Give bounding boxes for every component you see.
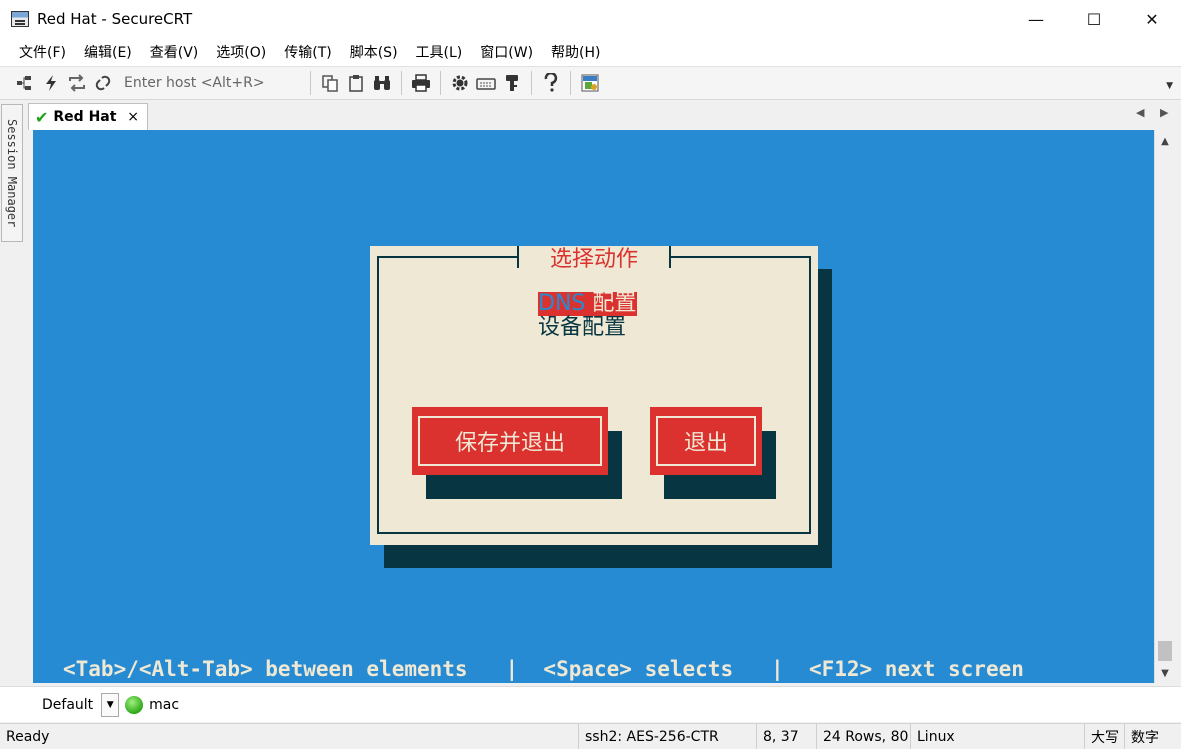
- connect-icon[interactable]: [12, 70, 38, 96]
- status-caps-lock: 大写: [1084, 724, 1124, 749]
- quick-connect-icon[interactable]: [38, 70, 64, 96]
- exit-label: 退出: [656, 416, 756, 466]
- close-window-button[interactable]: ✕: [1123, 0, 1181, 38]
- select-action-dialog: 选择动作 DNS 配置 设备配置 保存并退出 退出: [370, 246, 818, 545]
- securecrt-app-icon: [11, 11, 29, 27]
- toolbar-separator: [570, 71, 571, 95]
- toolbar-separator: [310, 71, 311, 95]
- tab-scroll-left-icon[interactable]: ◀: [1136, 106, 1144, 119]
- find-binoculars-icon[interactable]: [369, 70, 395, 96]
- save-and-exit-label: 保存并退出: [418, 416, 602, 466]
- status-cipher: ssh2: AES-256-CTR: [578, 724, 756, 749]
- menu-window[interactable]: 窗口(W): [471, 42, 542, 62]
- tab-scroll-right-icon[interactable]: ▶: [1160, 106, 1168, 119]
- enter-host-input[interactable]: [124, 71, 304, 95]
- help-icon[interactable]: [538, 70, 564, 96]
- title-bar: Red Hat - SecureCRT — ☐ ✕: [0, 0, 1181, 38]
- scroll-up-icon[interactable]: ▲: [1155, 132, 1175, 150]
- key-agent-icon[interactable]: [499, 70, 525, 96]
- session-tab-strip: ✔ Red Hat × ◀ ▶: [26, 101, 1181, 130]
- menu-options[interactable]: 选项(O): [207, 42, 275, 62]
- minimize-button[interactable]: —: [1007, 0, 1065, 38]
- session-manager-label: Session Manager: [5, 118, 19, 228]
- status-terminal-type: Linux: [910, 724, 1084, 749]
- window-controls: — ☐ ✕: [1007, 0, 1181, 38]
- copy-icon[interactable]: [317, 70, 343, 96]
- option-device-config[interactable]: 设备配置: [538, 316, 626, 340]
- connected-check-icon: ✔: [35, 107, 49, 127]
- reconnect-icon[interactable]: [64, 70, 90, 96]
- status-bar: Ready ssh2: AES-256-CTR 8, 37 24 Rows, 8…: [0, 723, 1181, 749]
- toolbar-separator: [440, 71, 441, 95]
- settings-gear-icon[interactable]: [447, 70, 473, 96]
- status-num-lock: 数字: [1124, 724, 1181, 749]
- paste-icon[interactable]: [343, 70, 369, 96]
- toolbar-separator: [531, 71, 532, 95]
- tab-red-hat[interactable]: ✔ Red Hat ×: [28, 103, 148, 130]
- tab-close-icon[interactable]: ×: [127, 109, 139, 125]
- save-and-exit-button[interactable]: 保存并退出: [412, 407, 608, 475]
- option-dns-highlight: DNS: [538, 291, 586, 316]
- menu-view[interactable]: 查看(V): [141, 42, 208, 62]
- maximize-button[interactable]: ☐: [1065, 0, 1123, 38]
- menu-edit[interactable]: 编辑(E): [75, 42, 141, 62]
- menu-tools[interactable]: 工具(L): [407, 42, 472, 62]
- option-dns-rest: 配置: [585, 291, 637, 316]
- toolbar: ▼: [0, 66, 1181, 100]
- status-ready: Ready: [6, 729, 50, 745]
- default-session-label: Default: [42, 696, 94, 713]
- menu-help[interactable]: 帮助(H): [542, 42, 609, 62]
- scroll-down-icon[interactable]: ▼: [1155, 664, 1175, 682]
- session-name-button[interactable]: mac: [149, 697, 179, 713]
- keymap-keyboard-icon[interactable]: [473, 70, 499, 96]
- session-manager-tab[interactable]: Session Manager: [1, 104, 23, 242]
- session-status-green-icon: [125, 695, 144, 714]
- terminal-screen[interactable]: 选择动作 DNS 配置 设备配置 保存并退出 退出 <Tab>/<Alt-Tab…: [33, 130, 1154, 683]
- menu-script[interactable]: 脚本(S): [341, 42, 407, 62]
- terminal-scrollbar[interactable]: ▲ ▼: [1154, 130, 1175, 683]
- option-dns-config[interactable]: DNS 配置: [538, 291, 638, 316]
- session-options-icon[interactable]: [577, 70, 603, 96]
- status-terminal-size: 24 Rows, 80: [816, 724, 910, 749]
- print-icon[interactable]: [408, 70, 434, 96]
- keyboard-hint-line: <Tab>/<Alt-Tab> between elements | <Spac…: [63, 657, 1024, 681]
- disconnect-icon[interactable]: [90, 70, 116, 96]
- menu-file[interactable]: 文件(F): [10, 42, 75, 62]
- menu-bar: 文件(F) 编辑(E) 查看(V) 选项(O) 传输(T) 脚本(S) 工具(L…: [0, 38, 1181, 66]
- status-cursor-position: 8, 37: [756, 724, 816, 749]
- session-dropdown-chevron-icon[interactable]: ▼: [101, 692, 120, 717]
- window-title: Red Hat - SecureCRT: [37, 10, 193, 28]
- session-bar: Default ▼ mac: [0, 686, 1181, 722]
- exit-button[interactable]: 退出: [650, 407, 762, 475]
- scrollbar-thumb[interactable]: [1158, 641, 1172, 661]
- tab-label: Red Hat: [53, 109, 117, 125]
- menu-transfer[interactable]: 传输(T): [275, 42, 340, 62]
- dialog-title: 选择动作: [517, 246, 671, 272]
- toolbar-overflow-chevron-icon[interactable]: ▼: [1166, 81, 1173, 91]
- toolbar-separator: [401, 71, 402, 95]
